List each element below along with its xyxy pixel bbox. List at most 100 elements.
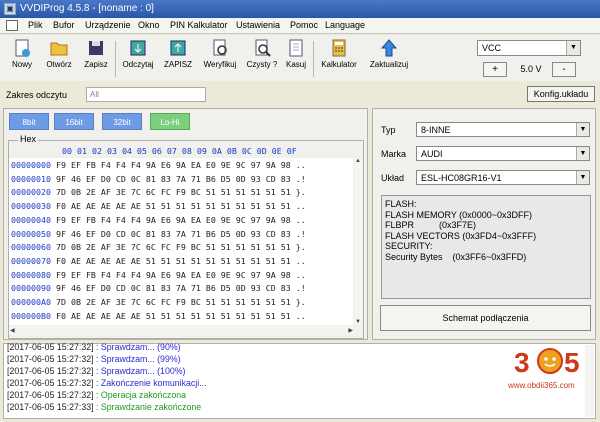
voltage-decrease-button[interactable]: - (552, 62, 576, 77)
hex-editor[interactable]: 00000000 F9 EF FB F4 F4 F4 9A E6 9A EA E… (9, 158, 353, 325)
tab-16bit[interactable]: 16bit (54, 113, 94, 130)
chip-config-button[interactable]: Konfig.układu (527, 86, 595, 102)
menu-bar: Plik Bufor Urządzenie Okno PIN Kalkulato… (0, 18, 600, 34)
write-button[interactable]: ZAPISZ (160, 38, 196, 80)
hex-row[interactable]: 00000030 F0 AE AE AE AE AE 51 51 51 51 5… (11, 201, 351, 213)
open-button[interactable]: Otwórz (42, 38, 76, 80)
voltage-increase-button[interactable]: + (483, 62, 507, 77)
hex-vertical-scrollbar[interactable]: ▲ ▼ (354, 158, 362, 325)
hex-row-address: 000000B0 (11, 310, 51, 321)
type-select-value: 8-INNE (421, 125, 451, 135)
scroll-up-icon[interactable]: ▲ (355, 158, 361, 164)
tab-lo-hi[interactable]: Lo-Hi (150, 113, 190, 130)
menu-window[interactable]: Okno (138, 20, 160, 30)
hex-row-bytes: F0 AE AE AE AE AE 51 51 51 51 51 51 51 5… (55, 201, 306, 212)
save-button[interactable]: Zapisz (80, 38, 112, 80)
menu-buffer[interactable]: Bufor (53, 20, 75, 30)
floppy-icon (89, 41, 103, 55)
menu-pin-calculator[interactable]: PIN Kalkulator (170, 20, 228, 30)
hex-panel: 8bit 16bit 32bit Lo-Hi Hex 00 01 02 03 0… (3, 108, 368, 340)
read-chip-icon (130, 40, 146, 56)
verify-button[interactable]: Weryfikuj (199, 38, 241, 80)
chip-label: Układ (381, 173, 405, 183)
tab-32bit[interactable]: 32bit (102, 113, 142, 130)
menu-settings[interactable]: Ustawienia (236, 20, 280, 30)
chevron-down-icon: ▼ (576, 123, 589, 136)
type-label: Typ (381, 125, 396, 135)
log-timestamp: [2017-06-05 15:27:33] (7, 402, 94, 412)
menu-language[interactable]: Language (325, 20, 365, 30)
brand-select-value: AUDI (421, 149, 443, 159)
hex-row[interactable]: 00000060 7D 0B 2E AF 3E 7C 6C FC F9 BC 5… (11, 242, 351, 254)
hex-row[interactable]: 00000000 F9 EF FB F4 F4 F4 9A E6 9A EA E… (11, 160, 351, 172)
hex-row[interactable]: 00000010 9F 46 EF D0 CD 0C 81 83 7A 71 B… (11, 174, 351, 186)
blank-check-button[interactable]: Czysty ? (244, 38, 280, 80)
hex-row-address: 00000000 (11, 160, 51, 170)
hex-row[interactable]: 00000040 F9 EF FB F4 F4 F4 9A E6 9A EA E… (11, 215, 351, 227)
verify-icon (213, 39, 227, 56)
hex-row[interactable]: 00000090 9F 46 EF D0 CD 0C 81 83 7A 71 B… (11, 283, 351, 295)
chip-info-line: FLASH VECTORS (0x3FD4~0x3FFF) (385, 230, 537, 241)
new-button[interactable]: Nowy (6, 38, 38, 80)
hex-row[interactable]: 00000020 7D 0B 2E AF 3E 7C 6C FC F9 BC 5… (11, 187, 351, 199)
svg-text:5: 5 (564, 347, 580, 378)
menu-help[interactable]: Pomoc (290, 20, 318, 30)
scroll-left-icon[interactable]: ◀ (10, 327, 15, 334)
log-line: [2017-06-05 15:27:32] : Sprawdzam... (90… (7, 342, 181, 352)
app-icon: ▣ (4, 3, 16, 15)
hex-horizontal-scrollbar[interactable]: ◀ ▶ (9, 326, 354, 335)
hex-row[interactable]: 000000B0 F0 AE AE AE AE AE 51 51 51 51 5… (11, 311, 351, 323)
chip-info-line: FLBPR (0x3F7E) (385, 220, 477, 231)
watermark-url: www.obdii365.com (508, 381, 575, 390)
calculator-button[interactable]: Kalkulator (316, 38, 362, 80)
window-title: VVDIProg 4.5.8 - [noname : 0] (20, 3, 154, 14)
wiring-diagram-button[interactable]: Schemat podłączenia (380, 305, 591, 331)
chip-select[interactable]: ESL-HC08GR16-V1 ▼ (416, 170, 590, 185)
read-range-input[interactable]: All (86, 87, 206, 102)
svg-text:3: 3 (514, 347, 530, 378)
erase-icon (289, 39, 303, 57)
verify-label: Weryfikuj (203, 60, 237, 69)
hex-row-address: 00000050 (11, 228, 51, 239)
hex-row-address: 00000030 (11, 201, 51, 212)
hex-row-address: 00000080 (11, 269, 51, 280)
hex-row-address: 00000010 (11, 173, 51, 184)
log-line: [2017-06-05 15:27:33] : Sprawdzanie zako… (7, 402, 201, 412)
vcc-select[interactable]: VCC ▼ (477, 40, 581, 56)
scroll-right-icon[interactable]: ▶ (348, 327, 353, 334)
document-icon[interactable] (6, 20, 18, 31)
read-label: Odczytaj (122, 60, 154, 69)
chevron-down-icon: ▼ (566, 41, 580, 55)
log-message: : Operacja zakończona (93, 390, 186, 400)
chevron-down-icon: ▼ (576, 147, 589, 160)
hex-row-bytes: F9 EF FB F4 F4 F4 9A E6 9A EA E0 9E 9C 9… (55, 214, 306, 225)
hex-group-label: Hex (18, 134, 39, 144)
watermark-logo: 3 5 (514, 347, 580, 378)
log-line: [2017-06-05 15:27:32] : Zakończenie komu… (7, 378, 207, 388)
toolbar-divider (115, 41, 116, 77)
erase-button[interactable]: Kasuj (282, 38, 310, 80)
chip-info-line: FLASH MEMORY (0x0000~0x3DFF) (385, 209, 532, 220)
chip-info-line: FLASH: (385, 199, 417, 209)
tab-8bit[interactable]: 8bit (9, 113, 49, 130)
hex-row[interactable]: 00000050 9F 46 EF D0 CD 0C 81 83 7A 71 B… (11, 229, 351, 241)
hex-row-bytes: 7D 0B 2E AF 3E 7C 6C FC F9 BC 51 51 51 5… (55, 242, 306, 253)
menu-file[interactable]: Plik (28, 20, 43, 30)
brand-select[interactable]: AUDI ▼ (416, 146, 590, 161)
type-select[interactable]: 8-INNE ▼ (416, 122, 590, 137)
scroll-down-icon[interactable]: ▼ (355, 319, 361, 325)
read-button[interactable]: Odczytaj (119, 38, 157, 80)
log-timestamp: [2017-06-05 15:27:32] (7, 378, 94, 388)
save-label: Zapisz (84, 60, 108, 69)
hex-row[interactable]: 00000080 F9 EF FB F4 F4 F4 9A E6 9A EA E… (11, 270, 351, 282)
hex-row[interactable]: 00000070 F0 AE AE AE AE AE 51 51 51 51 5… (11, 256, 351, 268)
update-button[interactable]: Zaktualizuj (366, 38, 412, 80)
hex-row-address: 000000A0 (11, 297, 51, 307)
hex-row-bytes: 9F 46 EF D0 CD 0C 81 83 7A 71 B6 D5 0D 9… (55, 228, 306, 239)
title-bar: ▣ VVDIProg 4.5.8 - [noname : 0] (0, 0, 600, 18)
hex-row-address: 00000090 (11, 283, 51, 294)
hex-row[interactable]: 000000A0 7D 0B 2E AF 3E 7C 6C FC F9 BC 5… (11, 297, 351, 309)
chip-select-value: ESL-HC08GR16-V1 (421, 173, 502, 183)
hex-row-address: 00000060 (11, 242, 51, 253)
menu-device[interactable]: Urządzenie (85, 20, 131, 30)
